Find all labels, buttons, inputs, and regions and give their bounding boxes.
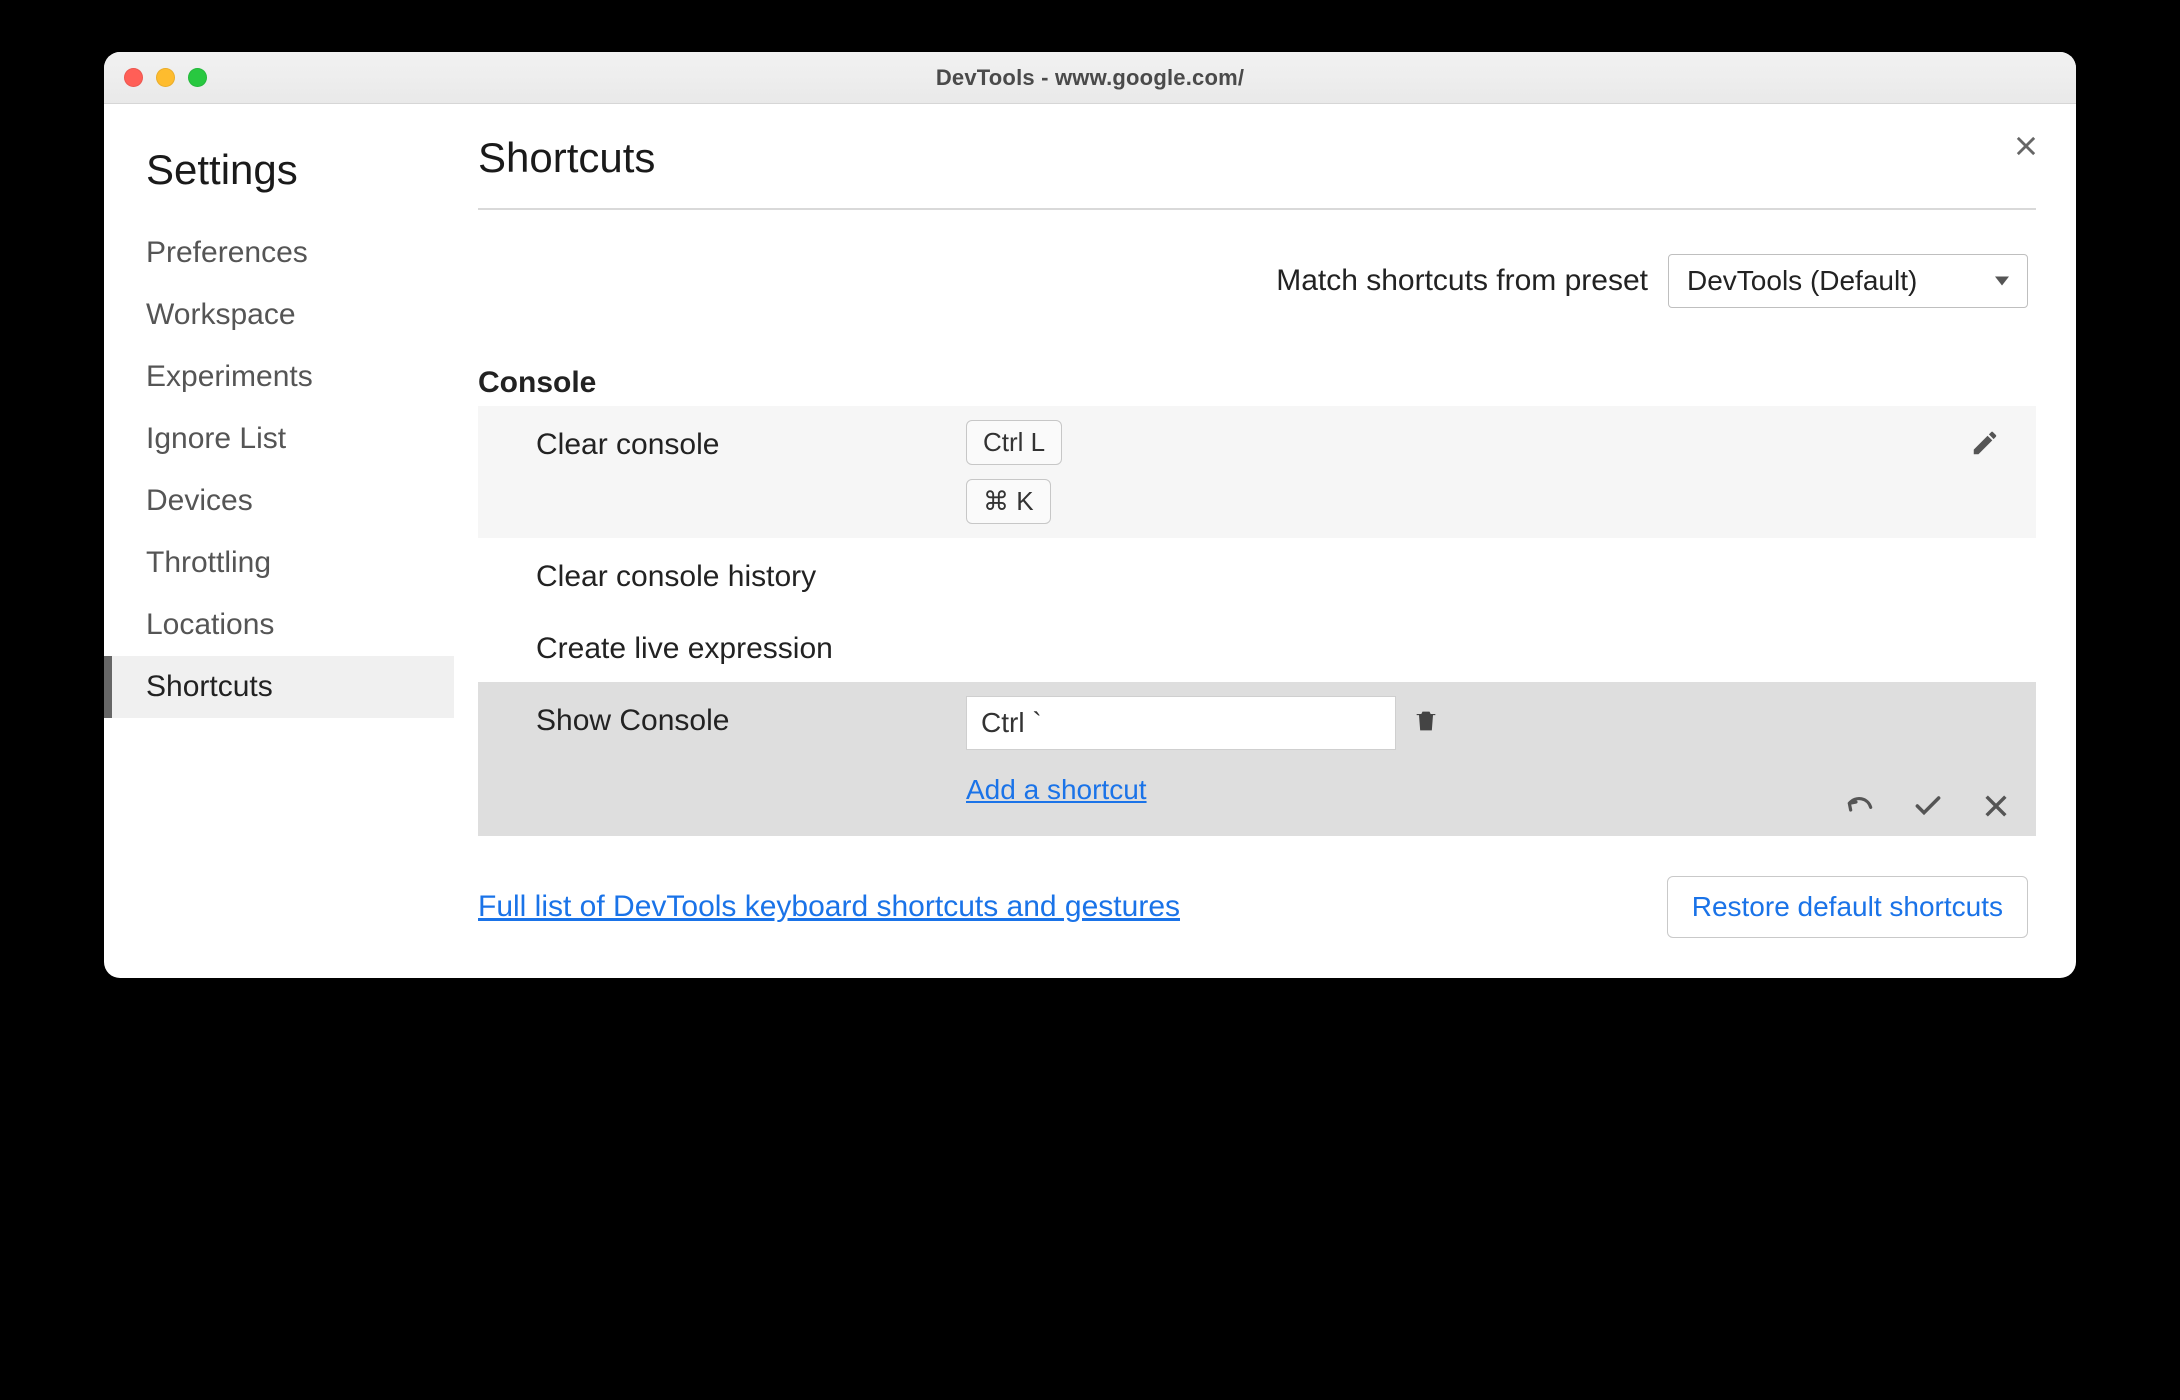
sidebar-item-preferences[interactable]: Preferences: [104, 222, 454, 284]
window-titlebar: DevTools - www.google.com/: [104, 52, 2076, 104]
edit-shortcut-button[interactable]: [1970, 420, 2012, 463]
page-title: Shortcuts: [478, 134, 2036, 210]
window-title: DevTools - www.google.com/: [104, 65, 2076, 91]
shortcut-row-clear-history: Clear console history: [478, 538, 2036, 610]
action-label: Clear console history: [536, 552, 966, 594]
pencil-icon: [1970, 428, 2000, 458]
restore-defaults-button[interactable]: Restore default shortcuts: [1667, 876, 2028, 938]
footer-row: Full list of DevTools keyboard shortcuts…: [478, 876, 2036, 938]
shortcut-row-clear-console: Clear console Ctrl L ⌘ K: [478, 406, 2036, 538]
main-panel: Shortcuts Match shortcuts from preset De…: [454, 134, 2036, 938]
settings-sidebar: Settings Preferences Workspace Experimen…: [104, 134, 454, 938]
shortcut-row-create-live: Create live expression: [478, 610, 2036, 682]
settings-heading: Settings: [104, 146, 454, 194]
preset-row: Match shortcuts from preset DevTools (De…: [478, 254, 2036, 308]
cancel-icon[interactable]: [1980, 790, 2012, 822]
sidebar-item-experiments[interactable]: Experiments: [104, 346, 454, 408]
keys-column: Ctrl L ⌘ K: [966, 420, 1970, 524]
full-shortcuts-link[interactable]: Full list of DevTools keyboard shortcuts…: [478, 890, 1180, 924]
preset-select-value: DevTools (Default): [1687, 265, 1917, 296]
check-icon[interactable]: [1912, 790, 1944, 822]
close-settings-button[interactable]: [2012, 132, 2040, 165]
sidebar-item-throttling[interactable]: Throttling: [104, 532, 454, 594]
action-label: Show Console: [536, 696, 966, 738]
trash-icon: [1412, 707, 1440, 735]
add-shortcut-link[interactable]: Add a shortcut: [966, 774, 1147, 806]
shortcut-row-show-console: Show Console Add a shortcut: [478, 682, 2036, 836]
action-label: Clear console: [536, 420, 966, 462]
shortcut-input[interactable]: [966, 696, 1396, 750]
undo-icon[interactable]: [1844, 790, 1876, 822]
preset-label: Match shortcuts from preset: [1276, 264, 1648, 298]
delete-shortcut-button[interactable]: [1412, 707, 1440, 740]
sidebar-item-locations[interactable]: Locations: [104, 594, 454, 656]
devtools-settings-window: DevTools - www.google.com/ Settings Pref…: [104, 52, 2076, 978]
key-chip: ⌘ K: [966, 479, 1051, 524]
sidebar-item-ignore-list[interactable]: Ignore List: [104, 408, 454, 470]
sidebar-item-workspace[interactable]: Workspace: [104, 284, 454, 346]
sidebar-item-shortcuts[interactable]: Shortcuts: [104, 656, 454, 718]
edit-actions: [1844, 790, 2012, 822]
preset-select[interactable]: DevTools (Default): [1668, 254, 2028, 308]
section-title-console: Console: [478, 366, 2036, 400]
key-chip: Ctrl L: [966, 420, 1062, 465]
action-label: Create live expression: [536, 624, 966, 666]
close-icon: [2012, 132, 2040, 160]
sidebar-item-devices[interactable]: Devices: [104, 470, 454, 532]
